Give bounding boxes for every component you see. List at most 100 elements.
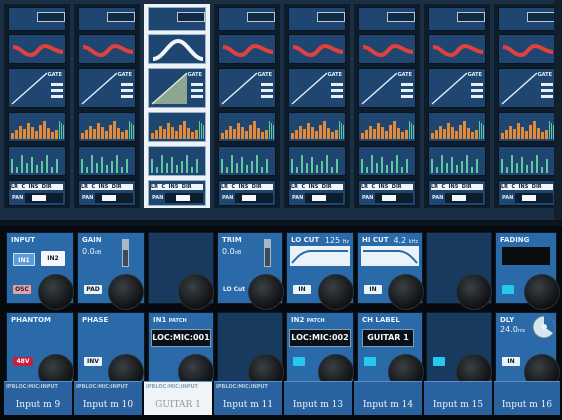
gate-label: GATE xyxy=(257,72,272,78)
overview-sends-cell xyxy=(218,146,276,176)
channel-caption[interactable]: Input m 14 xyxy=(354,381,422,415)
overview-eq-cell xyxy=(78,34,136,64)
lo-cut-button[interactable]: LO Cut xyxy=(222,285,246,294)
overview-gate-cell: GATE xyxy=(358,68,416,108)
channel-caption[interactable]: Input m 16 xyxy=(494,381,560,415)
in2-patch-switch[interactable]: · xyxy=(293,357,305,366)
pan-indicator xyxy=(515,193,553,203)
channel-caption[interactable]: IPBLOC:MIC:INPUT Input m 11 xyxy=(214,381,282,415)
gate-label: GATE xyxy=(467,72,482,78)
channel-caption[interactable]: Input m 13 xyxy=(284,381,352,415)
overview-strip[interactable]: GATE LR C INS DIR PAN xyxy=(144,4,210,208)
overview-strip[interactable]: GATE LR C INS DIR PAN xyxy=(494,4,560,208)
ch-label-switch[interactable]: · xyxy=(364,357,376,366)
phantom-48v-button[interactable]: 48V xyxy=(13,357,33,366)
in2-button[interactable]: IN2 xyxy=(41,251,65,266)
mini-display xyxy=(247,12,275,22)
input-knob[interactable] xyxy=(38,274,74,310)
overview-pan-cell: LR C INS DIR PAN xyxy=(288,180,346,206)
lo-cut-in-button[interactable]: IN xyxy=(293,285,311,294)
ch-label-title: CH LABEL xyxy=(362,316,400,324)
in2-patch-value[interactable]: LOC:MIC:002 xyxy=(289,329,351,347)
overview-header-cell xyxy=(148,7,206,31)
pan-indicator xyxy=(95,193,133,203)
pan-label: PAN xyxy=(12,195,24,201)
lo-cut-title: LO CUT xyxy=(291,236,320,244)
pan-label: PAN xyxy=(292,195,304,201)
gain-value: 0.0dB xyxy=(82,247,102,256)
eq-curve-icon xyxy=(502,43,554,58)
in1-patch-value[interactable]: LOC:MIC:001 xyxy=(151,329,211,347)
overview-strip[interactable]: GATE LR C INS DIR PAN xyxy=(284,4,350,208)
overview-eq-cell xyxy=(288,34,346,64)
overview-dynamics-cell xyxy=(428,112,486,142)
channel-source: IPBLOC:MIC:INPUT xyxy=(6,384,58,390)
empty-switch-4[interactable]: · xyxy=(433,357,445,366)
channel-name: Input m 10 xyxy=(82,400,134,410)
overview-gate-cell: GATE xyxy=(428,68,486,108)
pad-button[interactable]: PAD xyxy=(84,285,102,294)
overview-pan-cell: LR C INS DIR PAN xyxy=(8,180,66,206)
empty-knob-1[interactable] xyxy=(178,274,214,310)
fading-knob[interactable] xyxy=(524,274,560,310)
overview-strip[interactable]: GATE LR C INS DIR PAN xyxy=(74,4,140,208)
overview-pan-cell: LR C INS DIR PAN xyxy=(428,180,486,206)
overview-gate-cell: GATE xyxy=(148,68,206,108)
pan-label: PAN xyxy=(502,195,514,201)
channel-caption[interactable]: Input m 15 xyxy=(424,381,492,415)
ch-label-value[interactable]: GUITAR 1 xyxy=(362,329,414,347)
overview-eq-cell xyxy=(498,34,556,64)
hi-cut-knob[interactable] xyxy=(388,274,424,310)
overview-gate-cell: GATE xyxy=(8,68,66,108)
fading-switch[interactable]: · xyxy=(502,285,514,294)
delay-in-button[interactable]: IN xyxy=(502,357,520,366)
channel-caption[interactable]: IPBLOC:MIC:INPUT Input m 10 xyxy=(74,381,142,415)
overview-sends-cell xyxy=(428,146,486,176)
gain-knob[interactable] xyxy=(108,274,144,310)
mini-display xyxy=(387,12,415,22)
overview-header-cell xyxy=(358,7,416,31)
pan-indicator xyxy=(375,193,413,203)
overview-pan-cell: LR C INS DIR PAN xyxy=(78,180,136,206)
gate-label: GATE xyxy=(187,72,202,78)
trim-knob[interactable] xyxy=(248,274,284,310)
eq-curve-icon xyxy=(152,38,204,61)
overview-dynamics-cell xyxy=(218,112,276,142)
hi-cut-in-button[interactable]: IN xyxy=(364,285,382,294)
overview-dynamics-cell xyxy=(8,112,66,142)
overview-strip[interactable]: GATE LR C INS DIR PAN xyxy=(214,4,280,208)
in1-button[interactable]: IN1 xyxy=(13,253,35,266)
bus-assign-labels: LR C INS DIR xyxy=(81,184,133,190)
lo-cut-knob[interactable] xyxy=(318,274,354,310)
overview-strip[interactable]: GATE LR C INS DIR PAN xyxy=(424,4,490,208)
hi-cut-frequency: 4.2 kHz xyxy=(393,236,418,245)
overview-strips: GATE LR C INS DIR PAN GATE LR C INS DIR PAN GA… xyxy=(0,0,562,222)
overview-strip[interactable]: GATE LR C INS DIR PAN xyxy=(354,4,420,208)
delay-value: 24.0ms xyxy=(500,325,526,334)
overview-sends-cell xyxy=(358,146,416,176)
channel-overview-screen: GATE LR C INS DIR PAN GATE LR C INS DIR PAN GA… xyxy=(0,0,562,420)
in1-patch-title: IN1 PATCH xyxy=(153,316,187,324)
phase-inv-button[interactable]: INV xyxy=(84,357,102,366)
channel-name: Input m 13 xyxy=(292,400,344,410)
phase-title: PHASE xyxy=(82,316,109,324)
overview-header-cell xyxy=(288,7,346,31)
mini-display xyxy=(527,12,555,22)
channel-caption[interactable]: IPBLOC:MIC:INPUT Input m 9 xyxy=(4,381,72,415)
overview-dynamics-cell xyxy=(78,112,136,142)
pan-label: PAN xyxy=(82,195,94,201)
channel-name: GUITAR 1 xyxy=(155,400,201,410)
overview-strip[interactable]: GATE LR C INS DIR PAN xyxy=(4,4,70,208)
pan-indicator xyxy=(445,193,483,203)
overview-header-cell xyxy=(218,7,276,31)
channel-name: Input m 14 xyxy=(362,400,414,410)
osc-button[interactable]: OSC xyxy=(13,285,31,294)
lo-cut-curve xyxy=(290,246,350,266)
channel-caption[interactable]: IPBLOC:MIC:INPUT GUITAR 1 xyxy=(144,381,212,415)
overview-pan-cell: LR C INS DIR PAN xyxy=(498,180,556,206)
empty-knob-2[interactable] xyxy=(456,274,492,310)
overview-pan-cell: LR C INS DIR PAN xyxy=(148,180,206,206)
mini-display xyxy=(457,12,485,22)
eq-curve-icon xyxy=(362,43,414,58)
channel-name: Input m 9 xyxy=(15,400,61,410)
